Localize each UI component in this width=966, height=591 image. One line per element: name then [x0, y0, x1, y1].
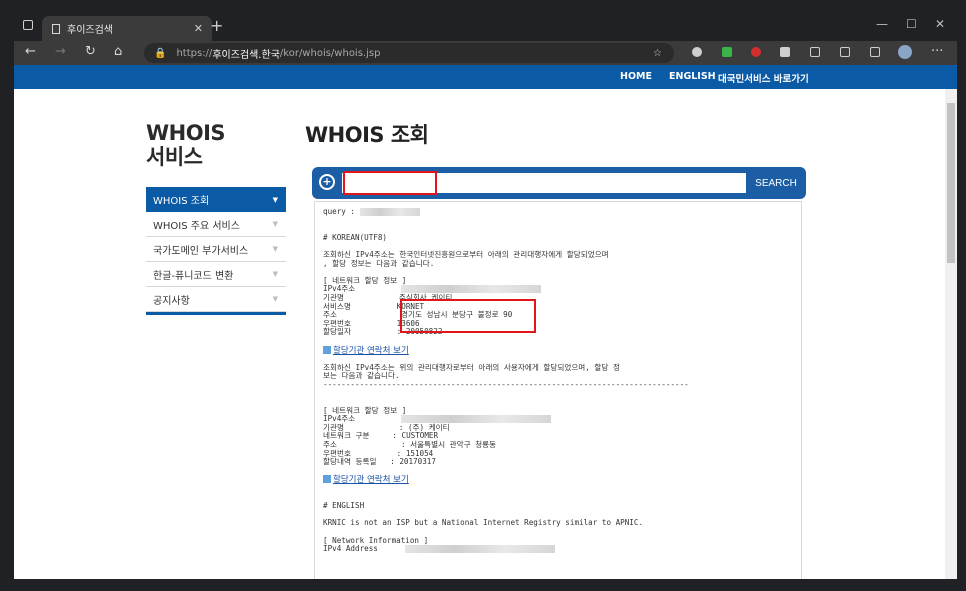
tab-active[interactable]: 후이즈검색 ✕ — [42, 16, 212, 41]
extensions-icon[interactable] — [810, 47, 820, 57]
extension-green-icon[interactable] — [722, 47, 732, 57]
sidebar-menu: WHOIS 조회 ▼ WHOIS 주요 서비스 ▼ 국가도메인 부가서비스 ▼ … — [146, 187, 286, 315]
new-tab-icon[interactable]: + — [210, 16, 223, 35]
result-row: 할당일자 : 20050822 — [323, 327, 443, 337]
browser-window: 후이즈검색 ✕ + — ☐ ✕ ← → ↻ ⌂ 🔒 https:// 후이즈검색… — [14, 11, 957, 579]
result-english-header: # ENGLISH — [323, 501, 365, 511]
sidebar-item-domain-extra[interactable]: 국가도메인 부가서비스 ▼ — [146, 237, 286, 262]
sidebar-item-whois-lookup[interactable]: WHOIS 조회 ▼ — [146, 187, 286, 212]
contact-link[interactable]: 할당기관 연락처 보기 — [323, 345, 409, 356]
sidebar-title-line1: WHOIS — [146, 121, 226, 145]
whois-result: query : # KOREAN(UTF8) 조회하신 IPv4주소는 한국인터… — [314, 201, 802, 579]
result-query: query : — [323, 207, 793, 217]
chevron-down-icon: ▼ — [272, 295, 278, 303]
page-icon — [52, 23, 60, 34]
back-icon[interactable]: ← — [25, 44, 36, 59]
search-button[interactable]: SEARCH — [750, 173, 802, 193]
profile-avatar[interactable] — [898, 45, 912, 59]
more-menu-icon[interactable]: ··· — [931, 44, 943, 59]
menu-bottom-bar — [146, 312, 286, 315]
arrow-icon — [323, 475, 331, 484]
chevron-down-icon: ▼ — [272, 195, 278, 204]
refresh-icon[interactable]: ↻ — [85, 44, 96, 59]
tab-strip: 후이즈검색 ✕ + — ☐ ✕ — [14, 11, 957, 41]
page-scrollbar[interactable] — [945, 89, 957, 579]
sidebar-item-notice[interactable]: 공지사항 ▼ — [146, 287, 286, 312]
zoom-search-icon: + — [319, 174, 335, 190]
highlight-org-info — [400, 299, 536, 333]
sidebar-item-label: 한글-퓨니코드 변환 — [153, 270, 234, 282]
browser-toolbar: ← → ↻ ⌂ 🔒 https:// 후이즈검색.한국 /kor/whois/w… — [14, 41, 957, 65]
result-row: IPv4 Address — [323, 544, 793, 554]
nav-home-link[interactable]: HOME — [620, 71, 652, 82]
lock-icon: 🔒 — [154, 47, 167, 59]
nav-english-link[interactable]: ENGLISH — [669, 71, 716, 82]
redacted-query — [359, 208, 420, 216]
arrow-icon — [323, 345, 331, 354]
minimize-icon[interactable]: — — [876, 17, 888, 31]
scrollbar-thumb[interactable] — [947, 103, 955, 263]
result-row: 할당내역 등록일 : 20170317 — [323, 457, 436, 467]
result-divider: ----------------------------------------… — [323, 379, 689, 389]
tab-actions-icon[interactable] — [23, 20, 33, 30]
extension-box-icon[interactable] — [780, 47, 790, 57]
contact-link[interactable]: 할당기관 연락처 보기 — [323, 475, 409, 485]
sidebar-item-whois-services[interactable]: WHOIS 주요 서비스 ▼ — [146, 212, 286, 237]
sidebar-title: WHOIS 서비스 — [146, 121, 226, 169]
site-top-nav: HOME ENGLISH 대국민서비스 바로가기 — [14, 65, 957, 89]
url-host: 후이즈검색.한국 — [212, 49, 280, 61]
sidebar-item-punycode[interactable]: 한글-퓨니코드 변환 ▼ — [146, 262, 286, 287]
extension-red-icon[interactable] — [751, 47, 761, 57]
result-korean-header: # KOREAN(UTF8) — [323, 232, 388, 242]
collections-icon[interactable] — [870, 47, 880, 57]
maximize-icon[interactable]: ☐ — [906, 17, 917, 31]
home-icon[interactable]: ⌂ — [114, 44, 122, 59]
favorite-star-icon[interactable]: ☆ — [653, 48, 662, 59]
page-title: WHOIS 조회 — [305, 123, 429, 147]
tab-title: 후이즈검색 — [67, 25, 113, 36]
url-prefix: https:// — [176, 47, 213, 59]
favorites-icon[interactable] — [840, 47, 850, 57]
forward-icon[interactable]: → — [55, 44, 66, 59]
chevron-down-icon: ▼ — [272, 270, 278, 278]
close-window-icon[interactable]: ✕ — [935, 17, 945, 31]
sidebar-item-label: WHOIS 주요 서비스 — [153, 220, 240, 232]
result-intro-line: , 할당 정보는 다음과 같습니다. — [323, 258, 435, 268]
chevron-down-icon: ▼ — [272, 245, 278, 253]
close-tab-icon[interactable]: ✕ — [194, 22, 203, 35]
nav-gov-link[interactable]: 대국민서비스 바로가기 — [718, 71, 809, 85]
result-krnic-line: KRNIC is not an ISP but a National Inter… — [323, 518, 644, 528]
address-bar[interactable]: 🔒 https:// 후이즈검색.한국 /kor/whois/whois.jsp… — [144, 43, 674, 63]
url-path: /kor/whois/whois.jsp — [279, 47, 381, 59]
extension-icon[interactable] — [692, 47, 702, 57]
sidebar-item-label: 국가도메인 부가서비스 — [153, 245, 249, 257]
chevron-down-icon: ▼ — [272, 220, 278, 228]
sidebar-item-label: 공지사항 — [153, 295, 190, 307]
sidebar-item-label: WHOIS 조회 — [153, 196, 210, 207]
highlight-search-box — [343, 171, 437, 195]
sidebar-title-line2: 서비스 — [146, 145, 203, 169]
